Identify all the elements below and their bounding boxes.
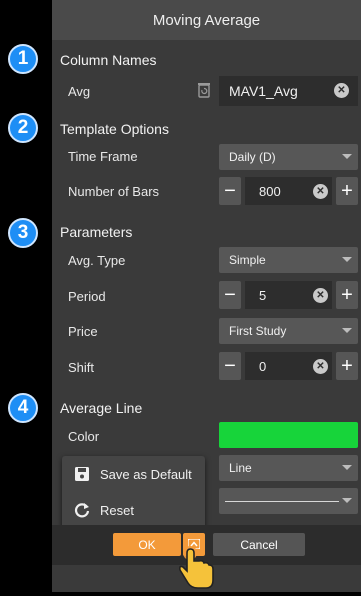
period-stepper: − 5 ✕ + — [219, 281, 358, 309]
dialog-title: Moving Average — [52, 0, 361, 40]
price-select[interactable]: First Study — [219, 318, 358, 344]
chevron-down-icon — [342, 498, 352, 503]
number-of-bars-input[interactable]: 800 ✕ — [245, 177, 332, 205]
line-sample — [225, 500, 339, 502]
line-dash-select[interactable] — [219, 488, 358, 514]
line-style-value: Line — [229, 461, 252, 475]
refresh-icon — [72, 502, 92, 518]
section-average-line: Average Line — [60, 400, 143, 416]
color-label: Color — [68, 429, 100, 444]
save-as-default-item[interactable]: Save as Default — [62, 458, 205, 490]
decrement-button[interactable]: − — [219, 352, 241, 380]
increment-button[interactable]: + — [336, 281, 358, 309]
increment-button[interactable]: + — [336, 177, 358, 205]
step-badge-3: 3 — [8, 218, 38, 248]
decrement-button[interactable]: − — [219, 281, 241, 309]
reset-item[interactable]: Reset — [62, 494, 205, 526]
line-style-select[interactable]: Line — [219, 455, 358, 481]
avg-type-select[interactable]: Simple — [219, 247, 358, 273]
time-frame-value: Daily (D) — [229, 150, 276, 164]
decrement-button[interactable]: − — [219, 177, 241, 205]
step-badge-2: 2 — [8, 113, 38, 143]
chevron-down-icon — [342, 257, 352, 262]
price-value: First Study — [229, 324, 287, 338]
number-of-bars-label: Number of Bars — [68, 184, 160, 199]
settings-menu: Save as Default Reset — [62, 456, 205, 536]
section-parameters: Parameters — [60, 224, 133, 240]
price-label: Price — [68, 324, 98, 339]
avg-column-name-value: MAV1_Avg — [229, 83, 298, 99]
clear-icon[interactable]: ✕ — [313, 288, 328, 303]
shift-label: Shift — [68, 360, 95, 375]
period-value: 5 — [259, 287, 267, 303]
reset-label: Reset — [100, 502, 134, 518]
chevron-down-icon — [342, 328, 352, 333]
shift-stepper: − 0 ✕ + — [219, 352, 358, 380]
number-of-bars-value: 800 — [259, 183, 281, 199]
avg-label: Avg — [68, 84, 91, 99]
avg-type-label: Avg. Type — [68, 253, 126, 268]
save-as-default-label: Save as Default — [100, 466, 192, 482]
time-frame-label: Time Frame — [68, 149, 138, 164]
number-of-bars-stepper: − 800 ✕ + — [219, 177, 358, 205]
clear-icon[interactable]: ✕ — [313, 359, 328, 374]
clear-icon[interactable]: ✕ — [313, 184, 328, 199]
line-color-swatch[interactable] — [219, 422, 358, 448]
hand-pointer-icon — [176, 545, 218, 591]
cancel-button[interactable]: Cancel — [213, 533, 305, 556]
section-column-names: Column Names — [60, 52, 157, 68]
period-input[interactable]: 5 ✕ — [245, 281, 332, 309]
chevron-down-icon — [342, 465, 352, 470]
shift-input[interactable]: 0 ✕ — [245, 352, 332, 380]
chevron-down-icon — [342, 154, 352, 159]
period-label: Period — [68, 289, 106, 304]
avg-type-value: Simple — [229, 253, 266, 267]
shift-value: 0 — [259, 358, 267, 374]
step-badge-4: 4 — [8, 393, 38, 423]
clear-icon[interactable]: ✕ — [334, 83, 349, 98]
time-frame-select[interactable]: Daily (D) — [219, 144, 358, 170]
save-icon — [72, 466, 92, 482]
step-badge-1: 1 — [8, 44, 38, 74]
avg-column-name-input[interactable]: MAV1_Avg ✕ — [219, 76, 358, 106]
increment-button[interactable]: + — [336, 352, 358, 380]
ok-button[interactable]: OK — [113, 533, 181, 556]
section-template-options: Template Options — [60, 121, 169, 137]
reset-field-icon[interactable] — [197, 82, 211, 98]
